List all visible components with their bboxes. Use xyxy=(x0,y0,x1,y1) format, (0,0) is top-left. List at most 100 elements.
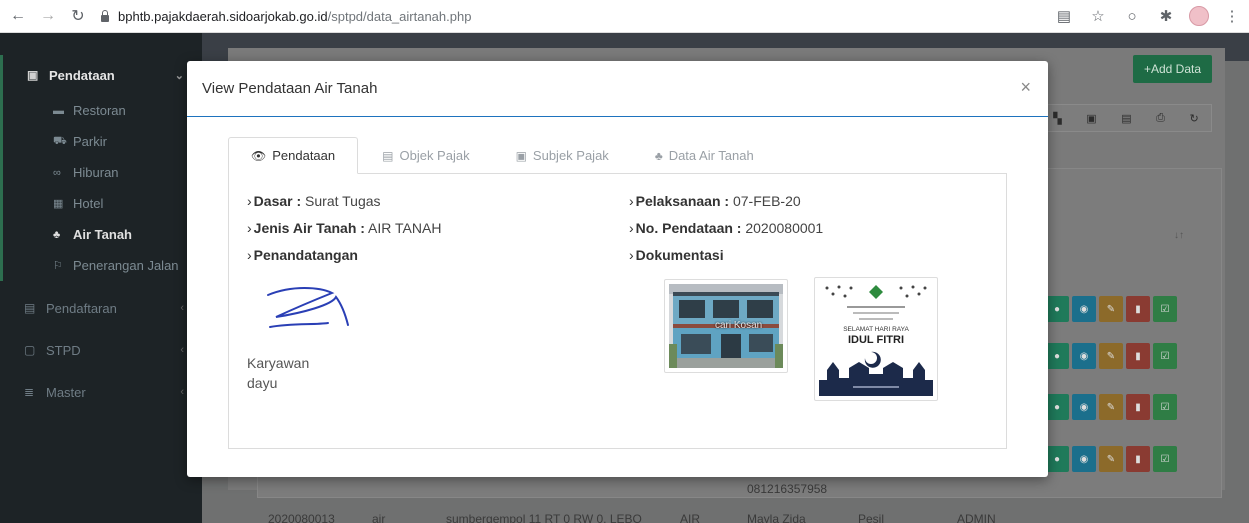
table-cell-phone: 081216357958 xyxy=(747,482,828,496)
eye-icon: 👁 xyxy=(251,148,267,163)
field-penandatangan: › Penandatangan xyxy=(247,247,358,263)
tab-label: Pendataan xyxy=(272,148,336,163)
view-eye-icon[interactable]: ◉ xyxy=(1072,343,1096,369)
lock-icon xyxy=(100,10,110,22)
sidebar-item-label: STPD xyxy=(46,342,81,358)
car-icon: ⛟ xyxy=(53,134,67,147)
profile-avatar[interactable] xyxy=(1189,6,1209,26)
field-no-pendataan: › No. Pendataan : 2020080001 xyxy=(629,220,823,236)
map-pin-icon[interactable]: ● xyxy=(1045,343,1069,369)
address-bar[interactable]: bphtb.pajakdaerah.sidoarjokab.go.id/sptp… xyxy=(100,3,471,29)
approve-icon[interactable]: ☑ xyxy=(1153,296,1177,322)
bookmark-star-icon[interactable]: ☆ xyxy=(1087,4,1109,28)
sidebar-item-label: Hotel xyxy=(73,196,104,211)
table-cell: sumbergempol 11 RT 0 RW 0, LEBO xyxy=(446,512,642,523)
sidebar-item-hotel[interactable]: ▦ Hotel xyxy=(3,188,202,219)
table-cell: Mayla Zida xyxy=(747,512,806,523)
tab-label: Subjek Pajak xyxy=(532,148,609,163)
field-label: Penandatangan xyxy=(253,247,358,263)
extension-circle-icon[interactable]: ○ xyxy=(1121,4,1143,28)
field-value: 2020080001 xyxy=(745,220,824,236)
copy-icon[interactable]: ▚ xyxy=(1053,112,1061,125)
sidebar-item-air-tanah[interactable]: ♣ Air Tanah xyxy=(3,219,202,250)
map-pin-icon[interactable]: ● xyxy=(1045,394,1069,420)
approve-icon[interactable]: ☑ xyxy=(1153,446,1177,472)
view-modal: View Pendataan Air Tanah × 👁 Pendataan ▤… xyxy=(187,61,1048,477)
menu-kebab-icon[interactable]: ⋮ xyxy=(1221,4,1243,28)
signature-image xyxy=(267,287,349,328)
sidebar-item-parkir[interactable]: ⛟ Parkir xyxy=(3,126,202,157)
sidebar-item-hiburan[interactable]: ∞ Hiburan xyxy=(3,157,202,188)
approve-icon[interactable]: ☑ xyxy=(1153,394,1177,420)
sidebar-item-label: Restoran xyxy=(73,103,126,118)
refresh-icon[interactable]: ↻ xyxy=(1189,112,1198,125)
modal-body: 👁 Pendataan ▤ Objek Pajak ▣ Subjek Pajak… xyxy=(228,137,1007,449)
tab-pendataan[interactable]: 👁 Pendataan xyxy=(228,137,359,174)
sidebar-item-label: Pendaftaran xyxy=(46,300,117,316)
reload-icon[interactable]: ↻ xyxy=(66,4,90,28)
chevron-left-icon: ‹ xyxy=(180,344,184,356)
field-label: Jenis Air Tanah : xyxy=(253,220,365,236)
close-icon[interactable]: × xyxy=(1020,78,1031,96)
sidebar-item-pendaftaran[interactable]: ▤ Pendaftaran ‹ xyxy=(0,287,202,329)
sidebar-head-pendataan[interactable]: ▣ Pendataan ⌄ xyxy=(3,55,202,95)
edit-icon[interactable]: ✎ xyxy=(1099,394,1123,420)
field-value: 07-FEB-20 xyxy=(732,193,801,209)
chevron-right-icon: › xyxy=(629,220,634,236)
document-icon: ▣ xyxy=(27,68,39,82)
sidebar-item-label: Master xyxy=(46,384,86,400)
photo-watermark: cari Kosan xyxy=(715,320,763,331)
field-pelaksanaan: › Pelaksanaan : 07-FEB-20 xyxy=(629,193,801,209)
translate-icon[interactable]: ▤ xyxy=(1053,4,1075,28)
tab-data-air-tanah[interactable]: ♣ Data Air Tanah xyxy=(633,137,776,174)
delete-icon[interactable]: ▮ xyxy=(1126,394,1150,420)
table-row-actions: ● ◉ ✎ ▮ ☑ xyxy=(1045,296,1177,326)
documentation-photo-thumbnail[interactable]: cari Kosan xyxy=(664,279,788,373)
modal-header: View Pendataan Air Tanah × xyxy=(187,61,1048,117)
sitemap-icon: ♣ xyxy=(654,148,663,163)
forward-arrow-icon[interactable]: → xyxy=(36,4,60,28)
tab-objek-pajak[interactable]: ▤ Objek Pajak xyxy=(360,137,491,174)
pdf-icon[interactable]: ▤ xyxy=(1121,112,1131,125)
sidebar-item-label: Air Tanah xyxy=(73,227,132,242)
url-host: bphtb.pajakdaerah.sidoarjokab.go.id xyxy=(118,8,328,24)
delete-icon[interactable]: ▮ xyxy=(1126,343,1150,369)
print-icon[interactable]: ⎙ xyxy=(1156,112,1165,125)
field-jenis-air-tanah: › Jenis Air Tanah : AIR TANAH xyxy=(247,220,441,236)
tab-label: Objek Pajak xyxy=(399,148,470,163)
extensions-puzzle-icon[interactable]: ✱ xyxy=(1155,4,1177,28)
map-pin-icon[interactable]: ● xyxy=(1045,296,1069,322)
delete-icon[interactable]: ▮ xyxy=(1126,446,1150,472)
browser-toolbar: ← → ↻ bphtb.pajakdaerah.sidoarjokab.go.i… xyxy=(0,0,1249,33)
documentation-card-thumbnail[interactable]: SELAMAT HARI RAYA IDUL FITRI xyxy=(814,277,938,401)
field-label: Pelaksanaan : xyxy=(635,193,730,209)
card-greeting-line2: IDUL FITRI xyxy=(847,334,904,346)
sort-icon[interactable]: ↓↑ xyxy=(1174,230,1184,241)
view-eye-icon[interactable]: ◉ xyxy=(1072,446,1096,472)
edit-icon[interactable]: ✎ xyxy=(1099,296,1123,322)
edit-icon[interactable]: ✎ xyxy=(1099,343,1123,369)
delete-icon[interactable]: ▮ xyxy=(1126,296,1150,322)
sidebar-item-label: Hiburan xyxy=(73,165,119,180)
view-eye-icon[interactable]: ◉ xyxy=(1072,296,1096,322)
back-arrow-icon[interactable]: ← xyxy=(6,4,30,28)
sidebar: ▣ Pendataan ⌄ ▬ Restoran ⛟ Parkir ∞ Hibu… xyxy=(0,33,202,523)
document-icon: ▤ xyxy=(382,148,394,163)
approve-icon[interactable]: ☑ xyxy=(1153,343,1177,369)
sidebar-item-stpd[interactable]: ▢ STPD ‹ xyxy=(0,329,202,371)
sidebar-item-penerangan-jalan[interactable]: ⚐ Penerangan Jalan xyxy=(3,250,202,281)
sidebar-item-label: Parkir xyxy=(73,134,107,149)
edit-icon[interactable]: ✎ xyxy=(1099,446,1123,472)
add-data-button[interactable]: +Add Data xyxy=(1133,55,1212,83)
greeting-card: SELAMAT HARI RAYA IDUL FITRI xyxy=(819,282,933,396)
sidebar-item-master[interactable]: ≣ Master ‹ xyxy=(0,371,202,413)
sidebar-item-restoran[interactable]: ▬ Restoran xyxy=(3,95,202,126)
signer-role: Karyawan xyxy=(247,355,310,371)
map-pin-icon[interactable]: ● xyxy=(1045,446,1069,472)
view-eye-icon[interactable]: ◉ xyxy=(1072,394,1096,420)
signer-name: dayu xyxy=(247,375,278,391)
table-row-actions: ● ◉ ✎ ▮ ☑ xyxy=(1045,446,1177,476)
chevron-right-icon: › xyxy=(247,193,252,209)
excel-icon[interactable]: ▣ xyxy=(1086,112,1096,125)
tab-subjek-pajak[interactable]: ▣ Subjek Pajak xyxy=(494,137,631,174)
